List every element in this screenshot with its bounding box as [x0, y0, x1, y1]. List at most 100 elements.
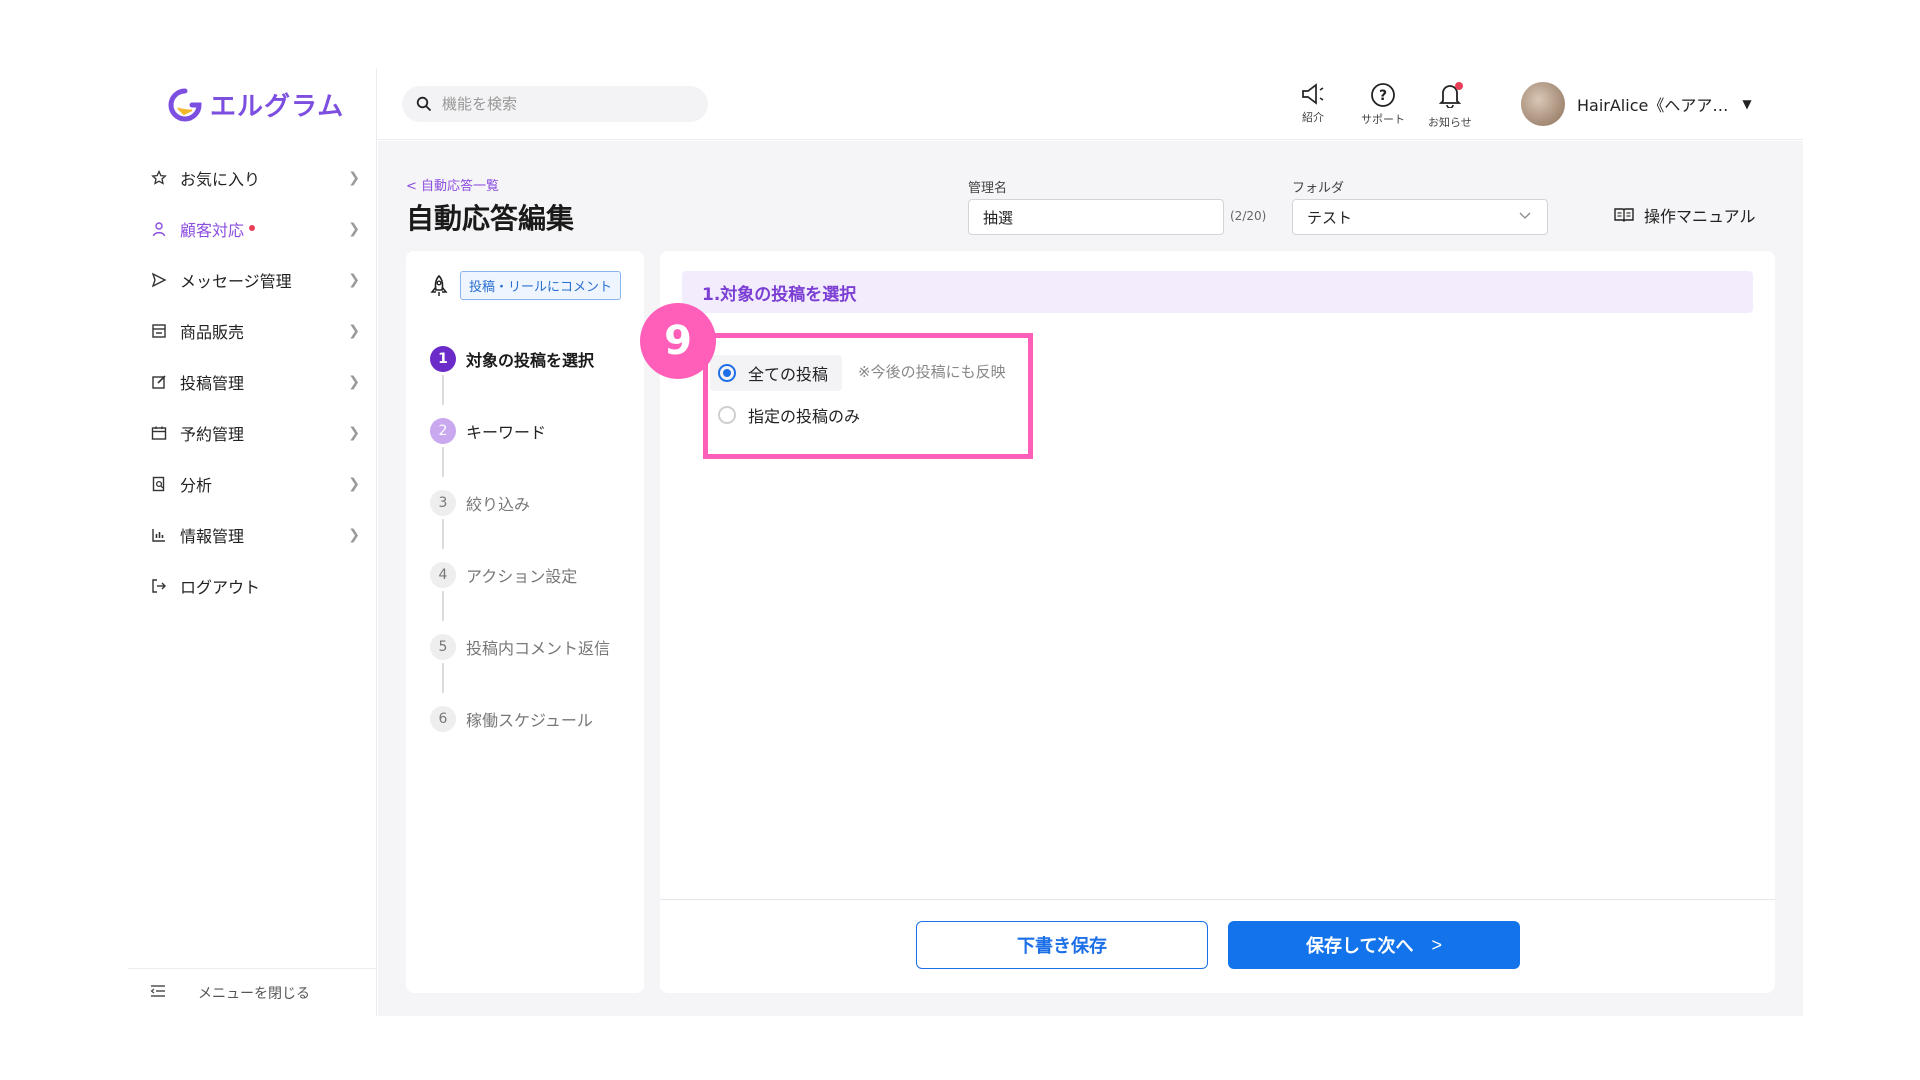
sidebar-item-sales[interactable]: 商品販売 ❯ [150, 305, 360, 356]
chevron-right-icon: > [1431, 934, 1442, 955]
name-counter: (2/20) [1230, 209, 1267, 223]
chevron-right-icon: ❯ [348, 475, 360, 492]
step-connector [442, 591, 444, 621]
topbar: 紹介 ? サポート お知らせ HairAlice《ヘアア… ▼ [378, 68, 1803, 140]
folder-field-label: フォルダ [1292, 181, 1345, 196]
book-icon [1614, 208, 1634, 222]
notifications-button[interactable]: お知らせ [1428, 82, 1472, 130]
chart-icon [150, 526, 168, 544]
user-icon [150, 220, 168, 238]
content-area: < 自動応答一覧 自動応答編集 管理名 抽選 (2/20) フォルダ テスト 操… [378, 141, 1803, 1016]
sidebar-item-label: メッセージ管理 [180, 271, 292, 291]
step-number: 3 [430, 490, 456, 516]
sidebar-item-info[interactable]: 情報管理 ❯ [150, 509, 360, 560]
support-button[interactable]: ? サポート [1361, 82, 1405, 127]
step-label: アクション設定 [466, 567, 578, 586]
step-6[interactable]: 6 稼働スケジュール [430, 706, 593, 732]
logout-icon [150, 577, 168, 595]
sidebar-item-analytics[interactable]: 分析 ❯ [150, 458, 360, 509]
step-connector [442, 375, 444, 405]
chevron-down-icon [1519, 209, 1531, 224]
referral-button[interactable]: 紹介 [1300, 82, 1326, 125]
logo-text: エルグラム [210, 92, 345, 122]
help-circle-icon: ? [1371, 83, 1395, 107]
folder-select-value: テスト [1307, 208, 1353, 227]
step-number: 5 [430, 634, 456, 660]
step-3[interactable]: 3 絞り込み [430, 490, 530, 516]
trigger-tag: 投稿・リールにコメント [460, 271, 622, 300]
sidebar-item-label: ログアウト [180, 577, 261, 597]
user-name: HairAlice《ヘアア… [1577, 96, 1729, 115]
save-next-button[interactable]: 保存して次へ > [1228, 921, 1520, 969]
report-icon [150, 475, 168, 493]
step-label: 稼働スケジュール [466, 711, 593, 730]
sidebar-item-label: 情報管理 [180, 526, 245, 546]
sidebar-item-label: 分析 [180, 475, 213, 495]
steps-panel: 投稿・リールにコメント 1 対象の投稿を選択 2 キーワード 3 絞り込み 4 … [406, 251, 644, 993]
folder-select[interactable]: テスト [1292, 199, 1548, 235]
app-logo[interactable]: エルグラム [168, 86, 344, 123]
rocket-icon [430, 274, 448, 296]
step-label: 投稿内コメント返信 [466, 639, 611, 658]
back-link-label: 自動応答一覧 [421, 179, 500, 194]
search-icon [416, 96, 432, 112]
name-input-value: 抽選 [983, 208, 1014, 227]
close-menu-button[interactable]: メニューを閉じる [128, 968, 376, 1016]
sidebar-item-messages[interactable]: メッセージ管理 ❯ [150, 254, 360, 305]
step-2[interactable]: 2 キーワード [430, 418, 546, 444]
logo-icon [168, 88, 202, 121]
save-draft-label: 下書き保存 [1017, 936, 1107, 956]
chevron-right-icon: ❯ [348, 322, 360, 339]
referral-label: 紹介 [1302, 111, 1324, 124]
step-4[interactable]: 4 アクション設定 [430, 562, 577, 588]
back-link[interactable]: < 自動応答一覧 [406, 175, 499, 194]
section-heading: 1.対象の投稿を選択 [682, 271, 1753, 313]
step-5[interactable]: 5 投稿内コメント返信 [430, 634, 610, 660]
sidebar-item-reservations[interactable]: 予約管理 ❯ [150, 407, 360, 458]
search-box[interactable] [402, 86, 708, 122]
close-menu-label: メニューを閉じる [198, 985, 310, 1002]
chevron-right-icon: ❯ [348, 271, 360, 288]
step-label: 対象の投稿を選択 [466, 351, 595, 370]
step-label: キーワード [466, 423, 547, 442]
manual-label: 操作マニュアル [1644, 207, 1756, 226]
sidebar-item-posts[interactable]: 投稿管理 ❯ [150, 356, 360, 407]
save-draft-button[interactable]: 下書き保存 [916, 921, 1208, 969]
step-1[interactable]: 1 対象の投稿を選択 [430, 346, 594, 372]
notifications-label: お知らせ [1428, 116, 1472, 129]
sidebar-item-customer[interactable]: 顧客対応 ❯ [150, 203, 360, 254]
sidebar-item-logout[interactable]: ログアウト [150, 560, 360, 611]
search-input[interactable] [442, 95, 682, 113]
menu-collapse-icon [150, 984, 166, 1002]
page-title: 自動応答編集 [406, 202, 575, 235]
star-icon [150, 169, 168, 187]
step-number: 2 [430, 418, 456, 444]
step-number: 4 [430, 562, 456, 588]
calendar-icon [150, 424, 168, 442]
avatar [1521, 82, 1565, 126]
step-number: 1 [430, 346, 456, 372]
notification-dot [249, 224, 256, 231]
manual-link[interactable]: 操作マニュアル [1614, 203, 1756, 227]
step-label: 絞り込み [466, 495, 531, 514]
sidebar: エルグラム お気に入り ❯ 顧客対応 ❯ メッセージ管理 ❯ 商品販売 ❯ 投稿… [128, 68, 377, 1016]
sidebar-item-label: お気に入り [180, 169, 261, 189]
main-panel: 1.対象の投稿を選択 全ての投稿 ※今後の投稿にも反映 指定の投稿のみ 9 下書… [640, 251, 1775, 993]
bell-wrapper [1437, 82, 1463, 114]
store-icon [150, 322, 168, 340]
name-input[interactable]: 抽選 [968, 199, 1224, 235]
trigger-type: 投稿・リールにコメント [428, 271, 622, 300]
megaphone-icon [1302, 83, 1324, 105]
step-connector [442, 519, 444, 549]
chevron-right-icon: ❯ [348, 169, 360, 186]
send-icon [150, 271, 168, 289]
user-menu[interactable]: HairAlice《ヘアア… ▼ [1521, 82, 1752, 126]
save-next-label: 保存して次へ [1306, 936, 1414, 956]
footer-divider [660, 899, 1775, 900]
notification-badge [1454, 82, 1463, 90]
annotation-highlight: 9 [640, 303, 1033, 459]
step-connector [442, 663, 444, 693]
support-label: サポート [1361, 113, 1405, 126]
name-field-label: 管理名 [968, 181, 1008, 196]
sidebar-item-favorites[interactable]: お気に入り ❯ [150, 152, 360, 203]
